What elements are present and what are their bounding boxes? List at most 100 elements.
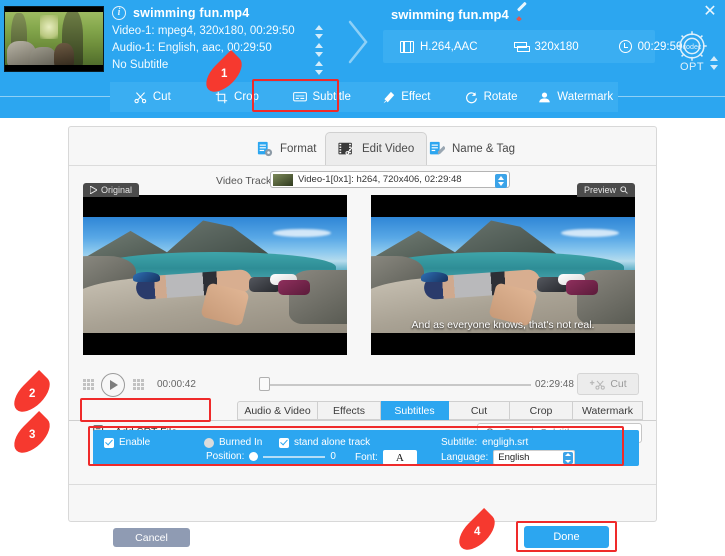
tab-name-tag[interactable]: Name & Tag <box>417 133 527 165</box>
codec-chip-resolution[interactable]: 320x180 <box>513 40 579 53</box>
flow-arrow-icon <box>348 20 368 64</box>
tab-format-label: Format <box>280 143 317 155</box>
annotation-marker-1-label: 1 <box>220 68 228 80</box>
subtab-crop[interactable]: Crop <box>510 401 573 420</box>
cut-button[interactable]: Cut <box>577 373 639 395</box>
grid-right-icon[interactable] <box>133 379 144 390</box>
subtab-crop-label: Crop <box>529 404 553 417</box>
toolbar-item-rotate[interactable]: Rotate <box>449 82 534 112</box>
crop-icon <box>215 91 228 103</box>
subtab-cut-label: Cut <box>470 404 488 417</box>
subtab-subtitles[interactable]: Subtitles <box>381 401 449 420</box>
original-video-frame <box>83 217 347 333</box>
stream-video: Video-1: mpeg4, 320x180, 00:29:50 <box>112 25 295 37</box>
tab-edit-video[interactable]: Edit Video <box>325 132 428 165</box>
tabstrip-divider <box>69 165 656 166</box>
source-thumbnail <box>4 6 104 72</box>
codec-opt-button[interactable]: codec OPT <box>668 27 716 73</box>
annotation-marker-2-label: 2 <box>28 388 36 400</box>
original-tag: Original <box>83 183 140 197</box>
clock-icon <box>618 40 632 53</box>
toolbar-item-watermark[interactable]: Watermark <box>533 82 618 112</box>
original-tag-label: Original <box>101 185 133 195</box>
tab-edit-video-label: Edit Video <box>362 143 415 155</box>
video-track-thumbnail <box>273 173 293 186</box>
film-icon <box>400 40 414 53</box>
toolbar-item-cut-label: Cut <box>152 91 171 103</box>
preview-tag: Preview <box>576 183 635 197</box>
tab-format[interactable]: Format <box>245 133 328 165</box>
close-icon[interactable]: ✕ <box>702 4 718 20</box>
audio-stream-stepper[interactable] <box>315 42 324 58</box>
preview-tag-label: Preview <box>583 185 616 195</box>
play-small-icon <box>90 186 97 194</box>
preview-subtitle-text: And as everyone knows, that's not real. <box>411 319 595 331</box>
search-icon <box>620 186 628 194</box>
effect-icon <box>383 91 395 103</box>
source-file-name: swimming fun.mp4 <box>133 6 250 20</box>
total-time: 02:29:48 <box>535 379 574 390</box>
toolbar-item-rotate-label: Rotate <box>483 91 518 103</box>
preview-video-frame: And as everyone knows, that's not real. <box>371 217 635 333</box>
toolbar-rule-right <box>616 96 725 97</box>
annotation-marker-4-label: 4 <box>473 526 481 538</box>
output-codec-bar: H.264,AAC 320x180 00:29:50 <box>383 30 682 63</box>
annotation-marker-3: 3 <box>7 410 57 460</box>
source-metadata: i swimming fun.mp4 Video-1: mpeg4, 320x1… <box>112 6 295 74</box>
seek-handle[interactable] <box>259 377 270 391</box>
grid-left-icon[interactable] <box>83 379 94 390</box>
stream-subtitle: No Subtitle <box>112 59 169 71</box>
play-button[interactable] <box>101 373 125 397</box>
rotate-icon <box>465 91 477 103</box>
output-title-row: swimming fun.mp4 <box>391 1 530 22</box>
codec-chip-format[interactable]: H.264,AAC <box>400 40 478 53</box>
panel-tabstrip: Format Edit Video Name & Tag <box>69 127 656 165</box>
chevron-updown-icon[interactable] <box>495 173 507 188</box>
video-track-select[interactable]: Video-1[0x1]: h264, 720x406, 02:29:48 <box>270 171 510 188</box>
highlight-subtitle-settings <box>88 426 624 466</box>
seek-slider[interactable] <box>259 377 531 391</box>
video-track-label: Video Track: <box>216 175 275 187</box>
current-time: 00:00:42 <box>157 379 196 390</box>
toolbar-item-cut[interactable]: Cut <box>110 82 195 112</box>
editvideo-icon <box>338 142 353 155</box>
codec-chip-resolution-label: 320x180 <box>534 40 579 53</box>
codec-chip-format-label: H.264,AAC <box>420 40 478 53</box>
seek-track <box>263 384 531 386</box>
svg-text:codec: codec <box>683 43 702 51</box>
subtab-watermark[interactable]: Watermark <box>573 401 643 420</box>
cut-button-label: Cut <box>610 378 627 390</box>
player-controls: 00:00:42 02:29:48 Cut <box>69 371 656 401</box>
info-icon[interactable]: i <box>112 6 126 20</box>
toolbar-item-effect-label: Effect <box>401 91 431 103</box>
preview-pane[interactable]: Preview And as everyone knows, that's no… <box>371 183 635 355</box>
subtab-effects-label: Effects <box>333 404 365 417</box>
edit-pencil-icon[interactable] <box>515 1 530 22</box>
subtitle-stream-stepper[interactable] <box>315 60 324 76</box>
nametag-icon <box>429 141 445 155</box>
video-track-value: Video-1[0x1]: h264, 720x406, 02:29:48 <box>298 174 462 185</box>
subtab-audio-video[interactable]: Audio & Video <box>237 401 318 420</box>
app-header: i swimming fun.mp4 Video-1: mpeg4, 320x1… <box>0 0 725 80</box>
output-file-name: swimming fun.mp4 <box>391 7 509 22</box>
edit-toolbar: Cut Crop Subtitle Effect Rotate Watermar… <box>110 82 618 112</box>
subtab-effects[interactable]: Effects <box>318 401 381 420</box>
video-stream-stepper[interactable] <box>315 24 324 40</box>
subtab-cut[interactable]: Cut <box>449 401 510 420</box>
format-icon <box>257 141 273 157</box>
highlight-add-srt <box>80 398 211 422</box>
add-scissors-icon <box>590 380 606 390</box>
original-preview-pane[interactable]: Original <box>83 183 347 355</box>
gear-icon: codec <box>673 27 711 65</box>
codec-opt-stepper[interactable] <box>710 55 719 71</box>
highlight-done <box>516 521 617 552</box>
highlight-subtitle-tool <box>252 79 339 112</box>
toolbar-item-watermark-label: Watermark <box>557 91 614 103</box>
toolbar-item-effect[interactable]: Effect <box>364 82 449 112</box>
watermark-icon <box>539 91 551 102</box>
scissors-icon <box>134 91 147 103</box>
resolution-icon <box>513 41 530 53</box>
subtab-watermark-label: Watermark <box>582 404 633 417</box>
annotation-marker-2: 2 <box>7 369 57 419</box>
cancel-button[interactable]: Cancel <box>113 528 190 547</box>
